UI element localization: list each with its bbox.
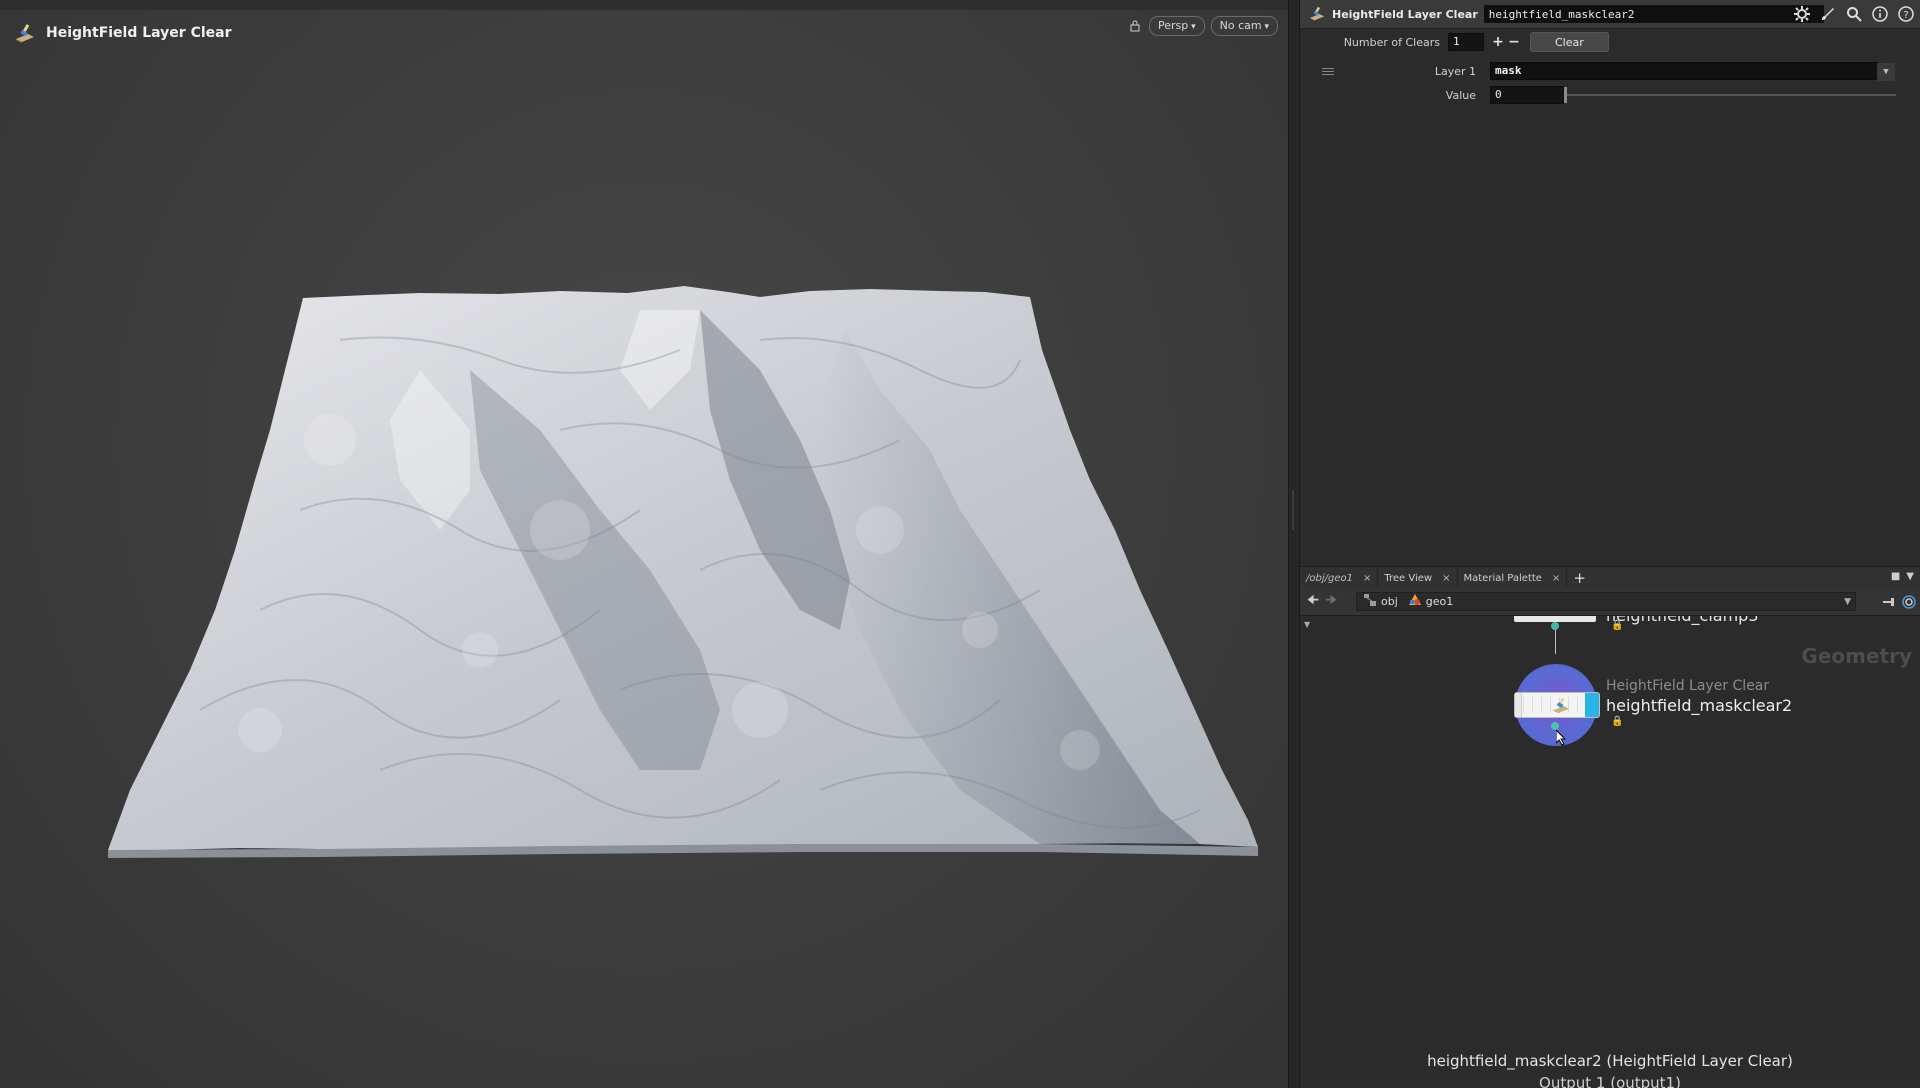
camera-menu[interactable]: No cam bbox=[1210, 16, 1278, 36]
bypass-flag[interactable] bbox=[1515, 693, 1522, 717]
pin-icon[interactable] bbox=[1882, 594, 1896, 613]
breadcrumb-geo1-label: geo1 bbox=[1425, 595, 1454, 608]
collapse-arrow-icon[interactable]: ▼ bbox=[1304, 620, 1310, 629]
close-icon[interactable]: × bbox=[1552, 573, 1560, 584]
layer-dropdown-icon[interactable]: ▼ bbox=[1877, 63, 1895, 81]
add-tab-icon[interactable]: + bbox=[1573, 569, 1586, 587]
link-icon[interactable] bbox=[1902, 594, 1916, 613]
breadcrumb-obj[interactable]: obj bbox=[1363, 593, 1398, 610]
display-flag[interactable] bbox=[1585, 693, 1599, 717]
add-clear-button[interactable]: + bbox=[1490, 34, 1506, 50]
node-name-field[interactable]: heightfield_maskclear2 bbox=[1483, 5, 1824, 23]
layer-field[interactable]: mask ▼ bbox=[1490, 62, 1895, 81]
search-icon[interactable] bbox=[1844, 4, 1864, 24]
num-clears-row: Number of Clears 1 + − Clear bbox=[1300, 32, 1609, 52]
clear-button[interactable]: Clear bbox=[1530, 32, 1609, 52]
num-clears-label: Number of Clears bbox=[1343, 35, 1440, 49]
parameter-header: HeightField Layer Clear heightfield_mask… bbox=[1300, 0, 1920, 29]
value-slider-track[interactable] bbox=[1564, 94, 1896, 96]
heightfield-clear-icon bbox=[1309, 6, 1325, 21]
close-icon[interactable]: × bbox=[1363, 573, 1371, 584]
value-slider-handle[interactable] bbox=[1564, 87, 1567, 103]
forward-arrow-icon[interactable]: 🠊 bbox=[1322, 591, 1340, 613]
layer-row: Layer 1 mask ▼ bbox=[1300, 62, 1895, 81]
pane-maximize-icon[interactable]: ■ bbox=[1891, 571, 1900, 582]
help-icon[interactable]: ? bbox=[1896, 4, 1916, 24]
breadcrumb-dropdown-icon[interactable]: ▼ bbox=[1844, 597, 1851, 607]
pane-splitter[interactable] bbox=[1288, 0, 1300, 1088]
info-icon[interactable] bbox=[1870, 4, 1890, 24]
camera-mode-menu[interactable]: Persp bbox=[1149, 16, 1205, 36]
network-path-bar: 🠈 🠊 obj geo1 ▼ bbox=[1300, 589, 1920, 616]
layer-value: mask bbox=[1495, 64, 1522, 77]
close-icon[interactable]: × bbox=[1442, 573, 1450, 584]
heightfield-clear-icon bbox=[16, 24, 34, 43]
tab-material-palette[interactable]: Material Palette × bbox=[1458, 567, 1568, 589]
viewport-title-text: HeightField Layer Clear bbox=[46, 25, 232, 41]
layer-label: Layer 1 bbox=[1434, 64, 1476, 78]
scene-viewport[interactable]: HeightField Layer Clear Persp No cam bbox=[0, 0, 1288, 1088]
remove-clear-button[interactable]: − bbox=[1506, 34, 1522, 50]
brush-icon[interactable] bbox=[1818, 4, 1838, 24]
network-editor[interactable]: ▼ Geometry heightfield_clamp3 🔒 HeightFi… bbox=[1300, 616, 1920, 1088]
output-connector[interactable] bbox=[1551, 722, 1559, 730]
tab-network-label: /obj/geo1 bbox=[1306, 572, 1353, 584]
gear-icon[interactable] bbox=[1792, 4, 1812, 24]
value-row: Value 0 bbox=[1300, 86, 1564, 104]
node-name-text: heightfield_maskclear2 bbox=[1606, 696, 1793, 715]
tab-tree-view-label: Tree View bbox=[1384, 572, 1433, 584]
value-label: Value bbox=[1445, 88, 1476, 102]
pane-menu-icon[interactable]: ▼ bbox=[1906, 571, 1914, 582]
node-above-name: heightfield_clamp3 bbox=[1606, 616, 1759, 625]
back-arrow-icon[interactable]: 🠈 bbox=[1304, 591, 1322, 613]
input-connector[interactable] bbox=[1551, 622, 1559, 630]
svg-text:?: ? bbox=[1903, 10, 1908, 21]
terrain-heightfield bbox=[108, 286, 1258, 858]
num-clears-field[interactable]: 1 bbox=[1448, 33, 1484, 51]
pane-tab-bar: /obj/geo1 × Tree View × Material Palette… bbox=[1300, 566, 1920, 590]
network-context-label: Geometry bbox=[1801, 644, 1912, 668]
status-line: heightfield_maskclear2 (HeightField Laye… bbox=[1427, 1052, 1793, 1070]
viewport-title: HeightField Layer Clear bbox=[14, 22, 232, 44]
breadcrumb: obj geo1 ▼ bbox=[1356, 592, 1856, 611]
breadcrumb-geo1[interactable]: geo1 bbox=[1408, 593, 1453, 610]
tab-material-palette-label: Material Palette bbox=[1463, 572, 1542, 584]
lock-icon[interactable]: 🔒 bbox=[1611, 620, 1623, 631]
lock-icon[interactable]: 🔒 bbox=[1611, 716, 1623, 727]
obj-network-icon bbox=[1363, 593, 1377, 610]
node-type-text: HeightField Layer Clear bbox=[1606, 678, 1770, 694]
tab-tree-view[interactable]: Tree View × bbox=[1378, 567, 1458, 589]
geometry-object-icon bbox=[1408, 593, 1422, 610]
tab-network[interactable]: /obj/geo1 × bbox=[1300, 567, 1379, 589]
heightfield-clear-icon bbox=[1552, 697, 1570, 714]
status-line-output: Output 1 (output1) bbox=[1539, 1074, 1681, 1088]
node-type-label: HeightField Layer Clear bbox=[1332, 7, 1478, 21]
value-field[interactable]: 0 bbox=[1490, 86, 1564, 104]
breadcrumb-obj-label: obj bbox=[1381, 595, 1398, 608]
node-heightfield-maskclear2[interactable] bbox=[1514, 692, 1600, 718]
viewport-lock-icon[interactable] bbox=[1127, 18, 1143, 34]
mouse-cursor-icon bbox=[1556, 730, 1567, 746]
